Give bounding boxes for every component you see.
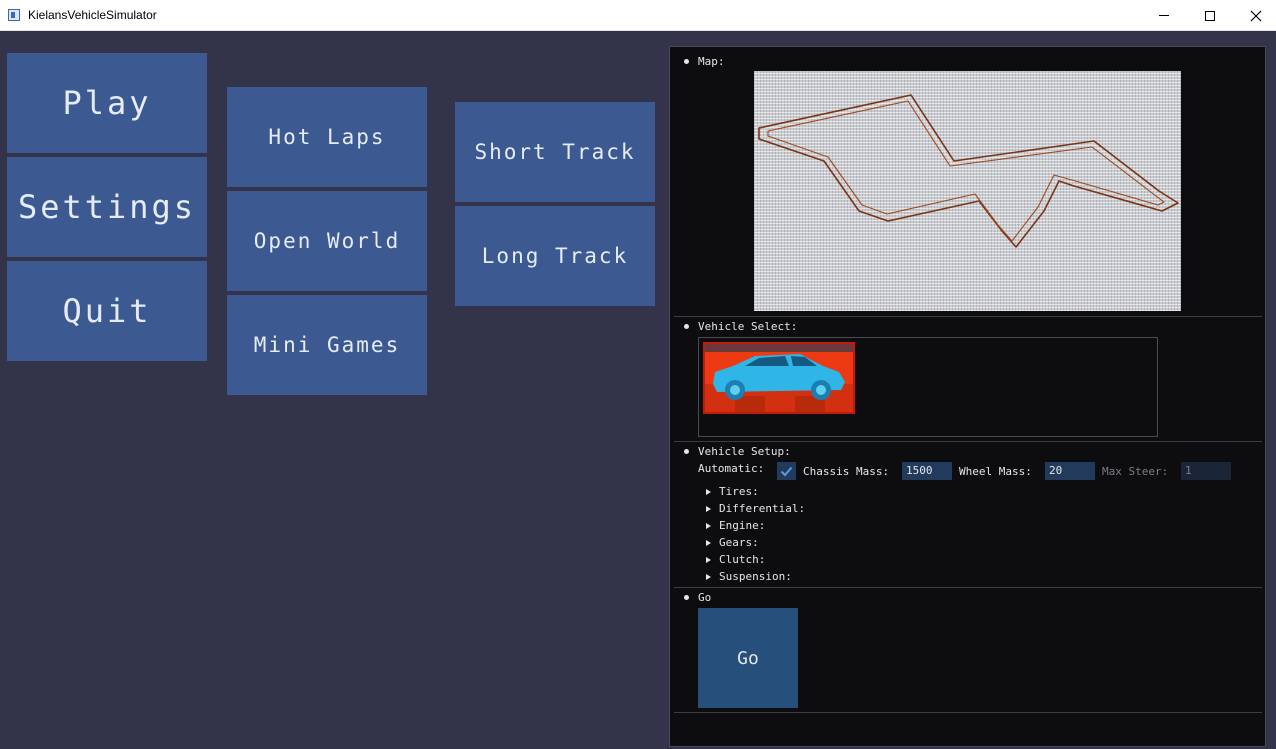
short-track-button[interactable]: Short Track [455,102,655,202]
title-bar: KielansVehicleSimulator [0,0,1276,31]
expand-arrow-icon [706,539,711,546]
bullet-icon [684,324,689,329]
mini-games-button[interactable]: Mini Games [227,295,427,395]
map-header: Map: [684,55,725,68]
hot-laps-button[interactable]: Hot Laps [227,87,427,187]
play-button[interactable]: Play [7,53,207,153]
wheel-mass-label: Wheel Mass: [959,465,1032,478]
map-header-label: Map: [698,55,725,68]
checkmark-icon [780,466,793,476]
max-steer-input[interactable]: 1 [1181,462,1231,480]
bullet-icon [684,595,689,600]
open-world-button[interactable]: Open World [227,191,427,291]
chassis-mass-label: Chassis Mass: [803,465,890,478]
expand-arrow-icon [706,522,711,529]
gears-tree-node[interactable]: Gears: [706,536,759,549]
max-steer-label: Max Steer: [1102,465,1169,478]
track-map-preview[interactable] [754,71,1181,311]
divider [674,712,1262,713]
go-header-label: Go [698,591,712,604]
close-button[interactable] [1233,0,1276,31]
differential-tree-node[interactable]: Differential: [706,502,805,515]
divider [674,441,1262,442]
car-icon [705,344,853,412]
chassis-mass-input[interactable]: 1500 [902,462,952,480]
gears-label: Gears: [719,536,759,549]
vehicle-select-header-label: Vehicle Select: [698,320,798,333]
wheel-mass-input[interactable]: 20 [1045,462,1095,480]
expand-arrow-icon [706,556,711,563]
vehicle-setup-header: Vehicle Setup: [684,445,791,458]
long-track-button[interactable]: Long Track [455,206,655,306]
automatic-label: Automatic: [698,462,765,475]
vehicle-list [698,337,1158,437]
differential-label: Differential: [719,502,806,515]
minimize-icon [1159,15,1169,16]
vehicle-setup-header-label: Vehicle Setup: [698,445,791,458]
go-button[interactable]: Go [698,608,798,708]
close-icon [1250,10,1262,21]
divider [674,587,1262,588]
track-outline [758,94,1179,248]
minimize-button[interactable] [1141,0,1187,31]
maximize-icon [1205,10,1215,21]
settings-panel: Map: Vehicle Select: Vehicle Setup: Auto… [669,46,1266,747]
engine-tree-node[interactable]: Engine: [706,519,765,532]
vehicle-select-header: Vehicle Select: [684,320,797,333]
suspension-label: Suspension: [719,570,792,583]
app-window-icon [8,9,20,21]
divider [674,316,1262,317]
tires-label: Tires: [719,485,759,498]
tires-tree-node[interactable]: Tires: [706,485,759,498]
expand-arrow-icon [706,488,711,495]
window-title: KielansVehicleSimulator [28,8,157,22]
go-header: Go [684,591,711,604]
suspension-tree-node[interactable]: Suspension: [706,570,792,583]
engine-label: Engine: [719,519,766,532]
automatic-checkbox[interactable] [777,462,796,480]
bullet-icon [684,449,689,454]
settings-button[interactable]: Settings [7,157,207,257]
clutch-tree-node[interactable]: Clutch: [706,553,765,566]
vehicle-thumbnail[interactable] [703,342,855,414]
maximize-button[interactable] [1187,0,1233,31]
expand-arrow-icon [706,573,711,580]
bullet-icon [684,59,689,64]
expand-arrow-icon [706,505,711,512]
clutch-label: Clutch: [719,553,766,566]
quit-button[interactable]: Quit [7,261,207,361]
